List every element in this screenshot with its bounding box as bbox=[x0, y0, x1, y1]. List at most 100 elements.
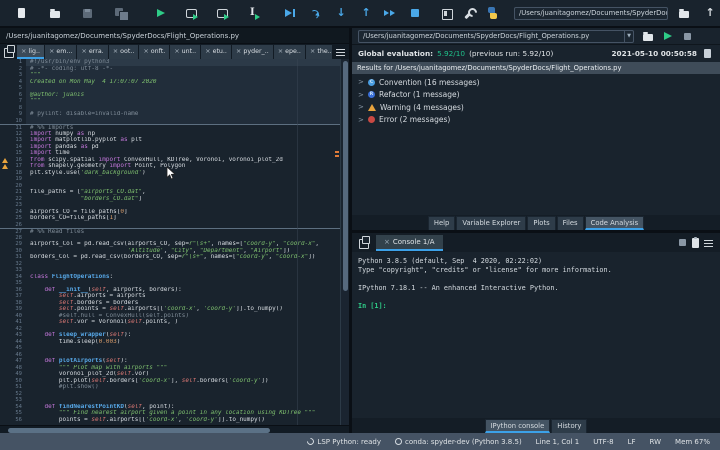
editor-tabbar: × lig.. × em... × erra. × oot.. × onft. × unt.. × etu… bbox=[0, 44, 349, 59]
close-icon[interactable]: × bbox=[113, 47, 118, 55]
parent-directory-button[interactable] bbox=[702, 6, 715, 20]
close-icon[interactable]: × bbox=[143, 47, 148, 55]
new-file-icon bbox=[15, 7, 28, 20]
editor-tab[interactable]: × em... bbox=[44, 45, 77, 59]
close-icon[interactable]: × bbox=[205, 47, 210, 55]
tree-item-label: Refactor (1 message) bbox=[379, 90, 460, 100]
clipboard-icon bbox=[689, 236, 702, 249]
step-over-icon bbox=[308, 7, 321, 20]
status-mem-67-[interactable]: Mem 67% bbox=[675, 438, 710, 446]
step-into-icon bbox=[333, 6, 346, 20]
expand-chevron-icon[interactable]: > bbox=[358, 78, 364, 86]
stop-button[interactable] bbox=[408, 7, 421, 20]
browse-working-directory-button[interactable] bbox=[677, 7, 690, 20]
tab-ipython-console[interactable]: IPython console bbox=[484, 419, 551, 433]
tree-item-convention[interactable]: > C Convention (16 messages) bbox=[352, 76, 720, 89]
tab-plots[interactable]: Plots bbox=[527, 216, 556, 230]
chevron-down-icon[interactable]: ▼ bbox=[624, 30, 633, 42]
code-line[interactable]: 10 bbox=[0, 117, 340, 124]
status-rw[interactable]: RW bbox=[650, 438, 662, 446]
status-conda[interactable]: conda: spyder-dev (Python 3.8.5) bbox=[394, 438, 522, 446]
open-file-button[interactable] bbox=[48, 7, 61, 20]
output-file-button[interactable] bbox=[701, 47, 714, 60]
tab-code-analysis[interactable]: Code Analysis bbox=[584, 216, 645, 230]
editor-tab[interactable]: × unt.. bbox=[170, 45, 201, 59]
editor-tab[interactable]: × etu.. bbox=[201, 45, 231, 59]
conda-icon bbox=[394, 438, 402, 445]
close-icon[interactable]: × bbox=[21, 47, 26, 55]
code-line[interactable]: 56 points = self.airports[['coord-x', 'c… bbox=[0, 417, 340, 424]
editor-tab[interactable]: × epe.. bbox=[273, 45, 305, 59]
tree-item-warning[interactable]: > Warning (4 messages) bbox=[352, 101, 720, 114]
tab-label: epe.. bbox=[285, 47, 301, 55]
code-line[interactable]: 26 bbox=[0, 222, 340, 229]
close-icon[interactable]: × bbox=[174, 47, 179, 55]
status-lf[interactable]: LF bbox=[628, 438, 636, 446]
tab-help[interactable]: Help bbox=[427, 216, 456, 230]
step-over-button[interactable] bbox=[308, 7, 321, 20]
editor-tab[interactable]: × the.. bbox=[305, 45, 332, 59]
tab-variable-explorer[interactable]: Variable Explorer bbox=[456, 216, 527, 230]
inspect-object-button[interactable] bbox=[689, 236, 702, 249]
stop-analysis-button[interactable] bbox=[681, 30, 694, 43]
interrupt-kernel-button[interactable] bbox=[676, 236, 689, 249]
python-button[interactable] bbox=[486, 7, 499, 20]
spyder-window: /Users/juanitagomez/Documents/SpyderDocs… bbox=[0, 0, 720, 450]
console-output[interactable]: Python 3.8.5 (default, Sep 4 2020, 02:22… bbox=[352, 252, 720, 418]
status-utf-8[interactable]: UTF-8 bbox=[593, 438, 613, 446]
tree-item-error[interactable]: > Error (2 messages) bbox=[352, 114, 720, 127]
tab-history[interactable]: History bbox=[551, 419, 588, 433]
global-evaluation-row: Global evaluation: 5.92/10 (previous run… bbox=[352, 45, 720, 62]
status-lsp-python[interactable]: LSP Python: ready bbox=[305, 436, 381, 447]
editor-tab[interactable]: × oot.. bbox=[108, 45, 139, 59]
close-icon[interactable]: × bbox=[81, 47, 86, 55]
tree-item-refactor[interactable]: > R Refactor (1 message) bbox=[352, 89, 720, 102]
run-cell-advance-button[interactable] bbox=[216, 7, 229, 20]
working-directory-combo[interactable]: /Users/juanitagomez/Documents/SpyderDocs… bbox=[514, 6, 668, 20]
status-text: LSP Python: ready bbox=[317, 437, 381, 446]
close-icon[interactable]: × bbox=[236, 47, 241, 55]
save-all-button[interactable] bbox=[114, 7, 129, 21]
step-into-button[interactable] bbox=[333, 6, 346, 20]
analysis-file-combo[interactable]: /Users/juanitagomez/Documents/SpyderDocs… bbox=[358, 29, 634, 43]
browse-tabs-button[interactable] bbox=[2, 45, 15, 58]
console-tab[interactable]: × Console 1/A bbox=[376, 234, 443, 251]
tab-files[interactable]: Files bbox=[556, 216, 584, 230]
run-analysis-button[interactable] bbox=[661, 30, 674, 43]
status-line-1-col-1[interactable]: Line 1, Col 1 bbox=[536, 438, 580, 446]
save-button[interactable] bbox=[81, 7, 94, 20]
console-prompt[interactable]: In [1]: bbox=[358, 302, 714, 311]
editor-vertical-scrollbar[interactable] bbox=[340, 59, 349, 425]
maximize-pane-button[interactable] bbox=[440, 7, 453, 20]
evaluation-score: 5.92/10 bbox=[437, 49, 466, 58]
close-icon[interactable]: × bbox=[310, 47, 315, 55]
close-icon[interactable]: × bbox=[384, 238, 390, 246]
expand-chevron-icon[interactable]: > bbox=[358, 91, 364, 99]
continue-button[interactable] bbox=[383, 7, 396, 20]
run-selection-button[interactable] bbox=[247, 7, 260, 20]
debug-button[interactable] bbox=[283, 7, 296, 20]
step-out-button[interactable] bbox=[358, 6, 371, 20]
console-banner-line: IPython 7.18.1 -- An enhanced Interactiv… bbox=[358, 284, 559, 292]
close-icon[interactable]: × bbox=[278, 47, 283, 55]
close-icon[interactable]: × bbox=[49, 47, 54, 55]
editor-tab[interactable]: × onft. bbox=[139, 45, 170, 59]
new-file-button[interactable] bbox=[15, 7, 28, 20]
tabs-options-button[interactable] bbox=[334, 45, 347, 58]
run-button[interactable] bbox=[154, 7, 167, 20]
console-options-button[interactable] bbox=[702, 236, 715, 249]
run-cell-button[interactable] bbox=[185, 7, 198, 20]
code-editor[interactable]: 1 #!/usr/bin/env python3 2 # -*- coding: ut… bbox=[0, 59, 349, 425]
editor-tab[interactable]: × erra. bbox=[77, 45, 108, 59]
preferences-button[interactable] bbox=[463, 7, 476, 20]
scrollbar-thumb[interactable] bbox=[8, 427, 270, 433]
editor-tab[interactable]: × pyder_.. bbox=[231, 45, 273, 59]
editor-horizontal-scrollbar[interactable] bbox=[0, 425, 349, 433]
browse-console-tabs-button[interactable] bbox=[357, 236, 370, 249]
line-length-guide bbox=[297, 59, 298, 425]
analysis-browse-file-button[interactable] bbox=[641, 30, 654, 43]
expand-chevron-icon[interactable]: > bbox=[358, 116, 364, 124]
editor-tab[interactable]: × lig.. bbox=[17, 45, 44, 59]
scrollbar-thumb[interactable] bbox=[342, 61, 348, 291]
expand-chevron-icon[interactable]: > bbox=[358, 103, 364, 111]
